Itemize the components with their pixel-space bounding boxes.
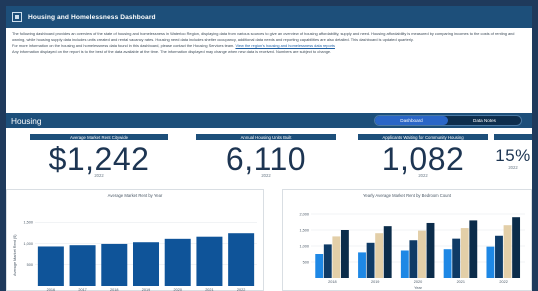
intro-paragraph-1: The following dashboard provides an over… <box>12 31 515 43</box>
bar <box>512 217 521 278</box>
bar <box>469 220 478 278</box>
y-tick-label: 500 <box>303 260 309 264</box>
x-tick-label: 2019 <box>371 280 379 284</box>
x-tick-label: 2020 <box>414 280 422 284</box>
intro-link[interactable]: View the region's housing and homelessne… <box>235 43 335 48</box>
bar <box>443 249 452 278</box>
kpi-waitlist: Applicants Waiting for Community Housing… <box>358 134 488 184</box>
chart-title: Average Market Rent by Year <box>107 193 163 198</box>
kpi-year: 2022 <box>261 173 271 178</box>
view-toggle[interactable]: Dashboard Data Notes <box>374 115 522 126</box>
bar <box>400 250 409 278</box>
bar <box>196 236 223 286</box>
kpi-label <box>494 134 532 140</box>
x-axis-title: Year <box>414 286 422 290</box>
y-tick-label: 1,000 <box>23 242 33 246</box>
kpi-value: 15% <box>495 146 531 165</box>
y-tick-label: 2,000 <box>299 212 309 216</box>
intro-paragraph-3: Any information displayed on the report … <box>12 49 332 55</box>
bar <box>495 235 503 278</box>
charts-row: Average Market Rent by Year Average Mark… <box>6 189 532 291</box>
bar <box>340 230 349 278</box>
toggle-dashboard[interactable]: Dashboard <box>375 116 448 125</box>
dashboard-title: Housing and Homelessness Dashboard <box>28 13 156 21</box>
bar <box>37 246 64 286</box>
intro-paragraph-2-text: For more information on the housing and … <box>12 43 235 49</box>
kpi-row: Average Market Rent Citywide $1,242 2022… <box>6 130 532 185</box>
chart-panel-rent-by-bedroom: Yearly Average Market Rent by Bedroom Co… <box>282 189 532 291</box>
bar <box>332 236 341 278</box>
kpi-percent: 15% 2022 <box>494 134 532 184</box>
kpi-label: Applicants Waiting for Community Housing <box>358 134 488 140</box>
bar <box>323 244 332 278</box>
bar <box>409 240 418 278</box>
dashboard-frame: Housing and Homelessness Dashboard The f… <box>6 6 532 291</box>
y-tick-label: 1,500 <box>299 228 309 232</box>
bar <box>460 228 469 278</box>
app-logo-icon <box>12 12 22 22</box>
x-tick-label: 2018 <box>328 280 336 284</box>
kpi-year: 2022 <box>418 173 428 178</box>
kpi-housing-units: Annual Housing Units Built 6,110 2022 <box>196 134 336 184</box>
bar <box>69 245 96 286</box>
bar <box>228 233 255 286</box>
chart-rent-by-year: 5001,0001,5002016 2017 2018 2019 2020 2021 202… <box>23 221 257 291</box>
bar <box>375 233 384 278</box>
housing-section-bar: Housing Dashboard Data Notes <box>6 113 532 128</box>
bar <box>383 226 392 278</box>
x-tick-label: 2021 <box>457 280 465 284</box>
kpi-label: Annual Housing Units Built <box>196 134 336 140</box>
kpi-value: $1,242 <box>48 141 150 177</box>
kpi-label: Average Market Rent Citywide <box>30 134 168 140</box>
bar <box>418 230 426 278</box>
section-title: Housing <box>11 115 42 126</box>
bar <box>358 252 366 278</box>
x-tick-label: 2022 <box>499 280 507 284</box>
title-bar: Housing and Homelessness Dashboard <box>6 6 532 28</box>
kpi-average-rent: Average Market Rent Citywide $1,242 2022 <box>30 134 168 184</box>
y-tick-label: 1,000 <box>299 244 309 248</box>
bar <box>486 246 495 278</box>
kpi-value: 1,082 <box>381 141 465 177</box>
kpi-value: 6,110 <box>225 141 307 177</box>
chart-title: Yearly Average Market Rent by Bedroom Co… <box>363 193 451 198</box>
intro-text: The following dashboard provides an over… <box>6 28 532 113</box>
bar <box>132 242 160 286</box>
bar <box>452 238 461 278</box>
bar <box>366 242 375 278</box>
toggle-data-notes[interactable]: Data Notes <box>448 116 521 125</box>
bar <box>315 254 324 278</box>
bar <box>101 243 128 286</box>
chart-rent-by-bedroom: 500 1,000 1,500 2,000 2018 2019 2020 2021 2022 Ye… <box>299 212 525 290</box>
y-tick-label: 500 <box>27 263 33 267</box>
bar <box>503 225 512 278</box>
bar <box>164 238 191 286</box>
chart-panel-rent-by-year: Average Market Rent by Year Average Mark… <box>6 189 264 291</box>
y-tick-label: 1,500 <box>23 221 33 225</box>
bar <box>426 222 435 278</box>
